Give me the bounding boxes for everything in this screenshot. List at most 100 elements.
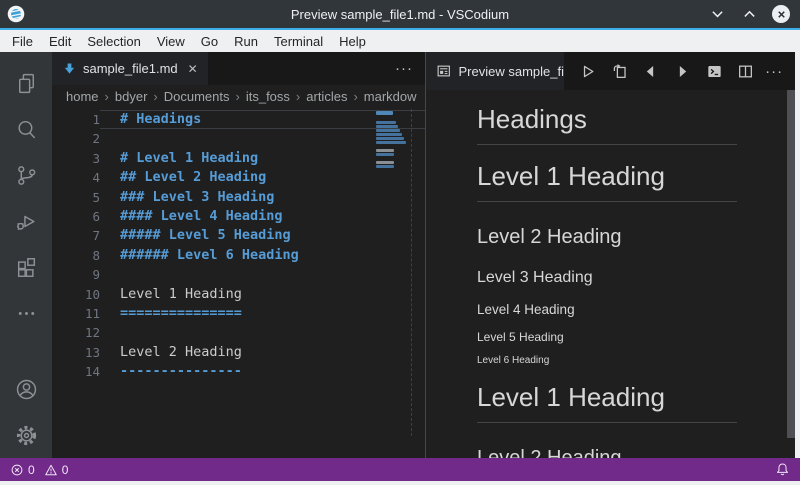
minimize-button[interactable] (708, 5, 726, 23)
workbench: sample_file1.md ✕ ··· home › bdyer › Doc… (0, 52, 800, 458)
preview-header: Preview sample_fi (426, 52, 795, 90)
breadcrumb-separator: › (236, 89, 240, 104)
window-right-border (795, 52, 800, 458)
code-line[interactable]: 5### Level 3 Heading (52, 188, 425, 207)
breadcrumb-separator: › (105, 89, 109, 104)
crumb-its-foss[interactable]: its_foss (246, 89, 290, 104)
more-views-icon[interactable] (2, 290, 50, 336)
editor-tab-bar: sample_file1.md ✕ ··· (52, 52, 425, 85)
markdown-file-icon (62, 61, 77, 76)
preview-tab-label: Preview sample_fi (459, 64, 565, 79)
preview-scrollbar[interactable] (787, 90, 795, 438)
code-line[interactable]: 10Level 1 Heading (52, 285, 425, 304)
menu-view[interactable]: View (149, 34, 193, 49)
code-line[interactable]: 1# Headings (52, 110, 425, 129)
editor-more-actions-icon[interactable]: ··· (383, 52, 425, 85)
settings-gear-icon[interactable] (2, 412, 50, 458)
minimap[interactable] (375, 109, 408, 229)
open-changes-icon[interactable] (607, 59, 631, 83)
menu-bar: File Edit Selection View Go Run Terminal… (0, 30, 800, 52)
notifications-bell[interactable] (775, 462, 790, 477)
previous-icon[interactable] (639, 59, 663, 83)
code-line[interactable]: 14--------------- (52, 362, 425, 381)
line-number: 10 (52, 285, 100, 304)
line-number: 13 (52, 343, 100, 362)
tab-sample-file1[interactable]: sample_file1.md ✕ (52, 52, 209, 85)
code-editor[interactable]: 1# Headings 2 3# Level 1 Heading 4## Lev… (52, 107, 425, 458)
code-line[interactable]: 9 (52, 265, 425, 284)
code-line[interactable]: 4## Level 2 Heading (52, 168, 425, 187)
preview-heading-6: Level 6 Heading (477, 355, 737, 366)
code-line[interactable]: 7##### Level 5 Heading (52, 226, 425, 245)
markdown-preview-content: Headings Level 1 Heading Level 2 Heading… (426, 90, 795, 458)
crumb-articles[interactable]: articles (306, 89, 347, 104)
status-bar: 0 0 (0, 458, 800, 481)
menu-terminal[interactable]: Terminal (266, 34, 331, 49)
run-icon[interactable] (576, 59, 600, 83)
preview-tab[interactable]: Preview sample_fi (426, 52, 564, 90)
menu-go[interactable]: Go (193, 34, 226, 49)
close-button[interactable] (772, 5, 790, 23)
code-line[interactable]: 13Level 2 Heading (52, 343, 425, 362)
markdown-preview-group: Preview sample_fi (426, 52, 795, 458)
source-control-icon[interactable] (2, 152, 50, 198)
tab-close-icon[interactable]: ✕ (184, 62, 198, 76)
extensions-icon[interactable] (2, 244, 50, 290)
line-number: 14 (52, 362, 100, 381)
search-icon[interactable] (2, 106, 50, 152)
line-number: 9 (52, 265, 100, 284)
code-line[interactable]: 11=============== (52, 304, 425, 323)
preview-heading-4: Level 4 Heading (477, 302, 737, 317)
code-line[interactable]: 6#### Level 4 Heading (52, 207, 425, 226)
crumb-bdyer[interactable]: bdyer (115, 89, 148, 104)
window-controls (708, 5, 800, 23)
code-line[interactable]: 8###### Level 6 Heading (52, 246, 425, 265)
crumb-documents[interactable]: Documents (164, 89, 230, 104)
preview-heading-5: Level 5 Heading (477, 330, 737, 344)
menu-edit[interactable]: Edit (41, 34, 79, 49)
warnings-count: 0 (62, 463, 69, 477)
line-number: 2 (52, 129, 100, 148)
line-number: 6 (52, 207, 100, 226)
activity-bar (0, 52, 52, 458)
maximize-button[interactable] (740, 5, 758, 23)
run-debug-icon[interactable] (2, 198, 50, 244)
bell-icon (775, 462, 790, 477)
line-number: 3 (52, 149, 100, 168)
vscodium-logo-icon[interactable] (7, 5, 25, 23)
warnings-icon (44, 463, 58, 477)
title-bar: Preview sample_file1.md - VSCodium (0, 0, 800, 30)
explorer-icon[interactable] (2, 60, 50, 106)
code-line[interactable]: 2 (52, 129, 425, 148)
window-bottom-border (0, 481, 800, 485)
preview-more-actions-icon[interactable]: ··· (765, 63, 783, 80)
accounts-icon[interactable] (2, 366, 50, 412)
breadcrumb-separator: › (353, 89, 357, 104)
crumb-markdown[interactable]: markdow (364, 89, 417, 104)
preview-heading-1: Level 1 Heading (477, 382, 737, 423)
preview-heading-1: Level 1 Heading (477, 161, 737, 202)
problems-indicator[interactable]: 0 0 (10, 463, 68, 477)
code-line[interactable]: 3# Level 1 Heading (52, 149, 425, 168)
line-number: 12 (52, 323, 100, 342)
preview-heading-2: Level 2 Heading (477, 226, 737, 249)
line-number: 1 (52, 110, 100, 129)
window-title: Preview sample_file1.md - VSCodium (0, 7, 800, 22)
vscodium-window: Preview sample_file1.md - VSCodium File … (0, 0, 800, 485)
split-editor-icon[interactable] (734, 59, 758, 83)
breadcrumb-separator: › (153, 89, 157, 104)
errors-count: 0 (28, 463, 35, 477)
terminal-panel-icon[interactable] (702, 59, 726, 83)
menu-selection[interactable]: Selection (79, 34, 148, 49)
line-number: 11 (52, 304, 100, 323)
preview-icon (436, 63, 452, 79)
preview-toolbar: ··· (564, 52, 795, 90)
menu-run[interactable]: Run (226, 34, 266, 49)
menu-file[interactable]: File (4, 34, 41, 49)
preview-heading-3: Level 3 Heading (477, 269, 737, 287)
code-line[interactable]: 12 (52, 323, 425, 342)
crumb-home[interactable]: home (66, 89, 99, 104)
next-icon[interactable] (670, 59, 694, 83)
menu-help[interactable]: Help (331, 34, 374, 49)
line-number: 7 (52, 226, 100, 245)
